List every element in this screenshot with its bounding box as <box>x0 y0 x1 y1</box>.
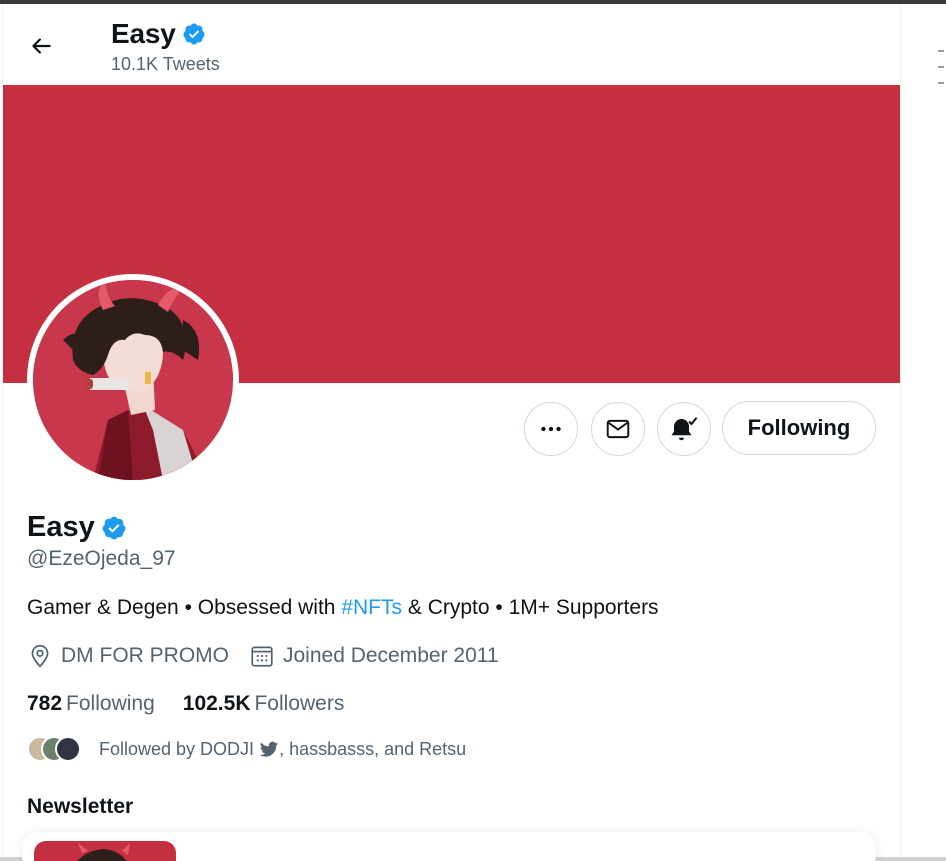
follower-avatars <box>27 736 81 762</box>
following-link[interactable]: 782 Following <box>27 692 155 716</box>
twitter-bird-icon <box>259 741 279 757</box>
back-button[interactable] <box>23 28 59 64</box>
profile-name-row: Easy <box>27 511 127 544</box>
followed-by-text-start: Followed by DODJI <box>99 738 255 759</box>
followers-label: Followers <box>254 692 345 715</box>
arrow-left-icon <box>32 38 51 54</box>
following-button[interactable]: Following <box>722 401 876 455</box>
calendar-icon <box>251 646 273 667</box>
header-title: Easy <box>111 18 206 50</box>
profile-avatar[interactable] <box>27 274 239 486</box>
profile-handle: @EzeOjeda_97 <box>27 547 176 570</box>
notifications-button[interactable] <box>657 402 711 456</box>
newsletter-card[interactable] <box>22 832 876 861</box>
avatar-image <box>33 280 233 480</box>
profile-meta: DM FOR PROMO Joined December 2011 <box>27 643 519 669</box>
tweet-count: 10.1K Tweets <box>111 54 220 74</box>
scrollbar-marks[interactable] <box>936 50 946 150</box>
more-horizontal-icon <box>541 426 561 432</box>
verified-badge-icon <box>102 516 126 539</box>
profile-name: Easy <box>27 511 95 543</box>
header-name: Easy <box>111 18 176 49</box>
bio-text-start: Gamer & Degen • Obsessed with <box>27 596 342 619</box>
bio-text-end: & Crypto • 1M+ Supporters <box>402 596 659 619</box>
followed-by-text-end: , hassbasss, and Retsu <box>279 738 467 759</box>
location-pin-icon <box>31 644 49 668</box>
bell-check-icon <box>671 417 698 441</box>
following-count: 782 <box>27 692 63 715</box>
joined-item: Joined December 2011 <box>249 643 499 669</box>
bio-hashtag-link[interactable]: #NFTs <box>341 596 402 619</box>
right-column-divider <box>900 4 901 861</box>
location-text: DM FOR PROMO <box>61 644 229 667</box>
followers-link[interactable]: 102.5K Followers <box>183 692 345 716</box>
more-button[interactable] <box>524 402 578 456</box>
avatar <box>55 736 81 762</box>
follow-stats: 782 Following 102.5K Followers <box>27 692 372 716</box>
message-button[interactable] <box>591 402 645 456</box>
followed-by-link[interactable]: Followed by DODJI , hassbasss, and Retsu <box>27 736 466 762</box>
avatar-illustration <box>33 280 233 480</box>
profile-header: Easy 10.1K Tweets <box>3 4 900 85</box>
following-label: Following <box>66 692 155 715</box>
joined-text: Joined December 2011 <box>283 644 499 667</box>
newsletter-thumbnail <box>34 841 176 861</box>
envelope-icon <box>606 419 630 439</box>
profile-bio: Gamer & Degen • Obsessed with #NFTs & Cr… <box>27 596 659 620</box>
newsletter-thumbnail-art <box>77 843 130 861</box>
location-item: DM FOR PROMO <box>27 643 229 669</box>
verified-badge-icon <box>183 23 205 45</box>
newsletter-heading: Newsletter <box>27 795 134 818</box>
followers-count: 102.5K <box>182 692 251 715</box>
